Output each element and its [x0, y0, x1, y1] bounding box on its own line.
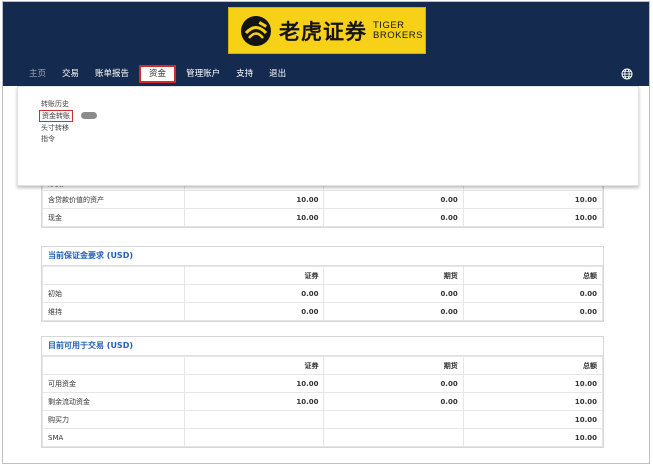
nav-item-manage[interactable]: 管理账户	[178, 65, 228, 83]
cell-futures: 0.00	[323, 374, 464, 393]
cell-total: 10.00	[462, 410, 604, 429]
table-row: 维持 0.00 0.00 0.00	[41, 302, 604, 321]
header-total: 总额	[462, 266, 604, 285]
tiger-brokers-logo[interactable]: 老虎证券 TIGER BROKERS	[228, 7, 426, 54]
cell-securities: 10.00	[184, 392, 325, 411]
hover-toggle-indicator	[81, 112, 97, 119]
logo-chinese-text: 老虎证券	[279, 19, 367, 44]
margin-requirements-panel: 当前保证金要求 (USD) 证券 期货 总额 初始 0.00 0.00 0.00…	[41, 246, 604, 322]
row-label: 初始	[41, 284, 186, 303]
cell-total: 10.00	[462, 392, 604, 411]
table-row: 购买力 10.00	[41, 410, 604, 429]
header-securities: 证券	[184, 356, 325, 375]
cell-total: 10.00	[462, 190, 604, 209]
cell-securities: 10.00	[184, 208, 325, 227]
table-row: 可用资金 10.00 0.00 10.00	[41, 374, 604, 393]
cell-total: 10.00	[462, 208, 604, 227]
cell-futures: 0.00	[323, 190, 464, 209]
globe-icon[interactable]	[621, 68, 633, 80]
dropdown-item-transfer-history[interactable]: 转账历史	[41, 99, 69, 109]
nav-item-reports[interactable]: 账单报告	[87, 65, 137, 83]
table-row: 初始 0.00 0.00 0.00	[41, 284, 604, 303]
cell-futures: 0.00	[323, 208, 464, 227]
top-header: 老虎证券 TIGER BROKERS 主页 交易 账单报告 资金 管理账户 支持…	[3, 2, 649, 86]
table-row: 剩余流动资金 10.00 0.00 10.00	[41, 392, 604, 411]
cell-total: 10.00	[462, 374, 604, 393]
row-label: 剩余流动资金	[41, 392, 186, 411]
dropdown-item-position-transfer[interactable]: 头寸转移	[41, 123, 69, 133]
header-futures: 期货	[323, 266, 464, 285]
table-row: 现金 10.00 0.00 10.00	[41, 208, 604, 227]
logo-en-line1: TIGER	[373, 19, 405, 31]
tiger-logo-icon	[239, 14, 273, 48]
header-total: 总额	[462, 356, 604, 375]
row-label: 购买力	[41, 410, 186, 429]
cell-futures: 0.00	[323, 392, 464, 411]
table-header-row: 证券 期货 总额	[41, 356, 604, 375]
nav-item-logout[interactable]: 退出	[261, 65, 294, 83]
row-label: 可用资金	[41, 374, 186, 393]
cell-securities: 0.00	[184, 302, 325, 321]
cell-securities: 10.00	[184, 374, 325, 393]
table-row: SMA 10.00	[41, 428, 604, 447]
table-row: 含贷款价值的资产 10.00 0.00 10.00	[41, 190, 604, 209]
cell-securities: 10.00	[184, 190, 325, 209]
cell-total: 10.00	[462, 428, 604, 447]
main-nav: 主页 交易 账单报告 资金 管理账户 支持 退出	[21, 64, 294, 84]
dropdown-item-instructions[interactable]: 指令	[41, 134, 55, 144]
row-label: 现金	[41, 208, 186, 227]
row-label: 维持	[41, 302, 186, 321]
header-blank	[41, 356, 186, 375]
panel-title: 目前可用于交易 (USD)	[42, 337, 603, 356]
browser-page: 老虎证券 TIGER BROKERS 主页 交易 账单报告 资金 管理账户 支持…	[2, 1, 650, 464]
margin-table: 证券 期货 总额 初始 0.00 0.00 0.00 维持 0.00 0.00 …	[41, 266, 604, 321]
cell-futures: 0.00	[323, 302, 464, 321]
panel-title: 当前保证金要求 (USD)	[42, 247, 603, 266]
available-for-trading-panel: 目前可用于交易 (USD) 证券 期货 总额 可用资金 10.00 0.00 1…	[41, 336, 604, 448]
dropdown-item-fund-transfer[interactable]: 资金转账	[39, 110, 73, 122]
nav-item-funds[interactable]: 资金	[139, 65, 177, 83]
header-securities: 证券	[184, 266, 325, 285]
cell-securities	[184, 428, 325, 447]
funds-dropdown-menu: 转账历史 资金转账 头寸转移 指令	[17, 86, 639, 186]
row-label: SMA	[41, 428, 186, 447]
logo-english-text: TIGER BROKERS	[373, 19, 423, 41]
cell-total: 0.00	[462, 284, 604, 303]
available-table: 证券 期货 总额 可用资金 10.00 0.00 10.00 剩余流动资金 10…	[41, 356, 604, 447]
cell-futures: 0.00	[323, 284, 464, 303]
row-label: 含贷款价值的资产	[41, 190, 186, 209]
cell-total: 0.00	[462, 302, 604, 321]
cell-futures	[323, 428, 464, 447]
header-futures: 期货	[323, 356, 464, 375]
nav-item-trade[interactable]: 交易	[54, 65, 87, 83]
logo-en-line2: BROKERS	[373, 29, 423, 41]
cell-securities	[184, 410, 325, 429]
cell-securities: 0.00	[184, 284, 325, 303]
nav-item-home[interactable]: 主页	[21, 65, 54, 83]
table-header-row: 证券 期货 总额	[41, 266, 604, 285]
cell-futures	[323, 410, 464, 429]
nav-item-support[interactable]: 支持	[228, 65, 261, 83]
header-blank	[41, 266, 186, 285]
